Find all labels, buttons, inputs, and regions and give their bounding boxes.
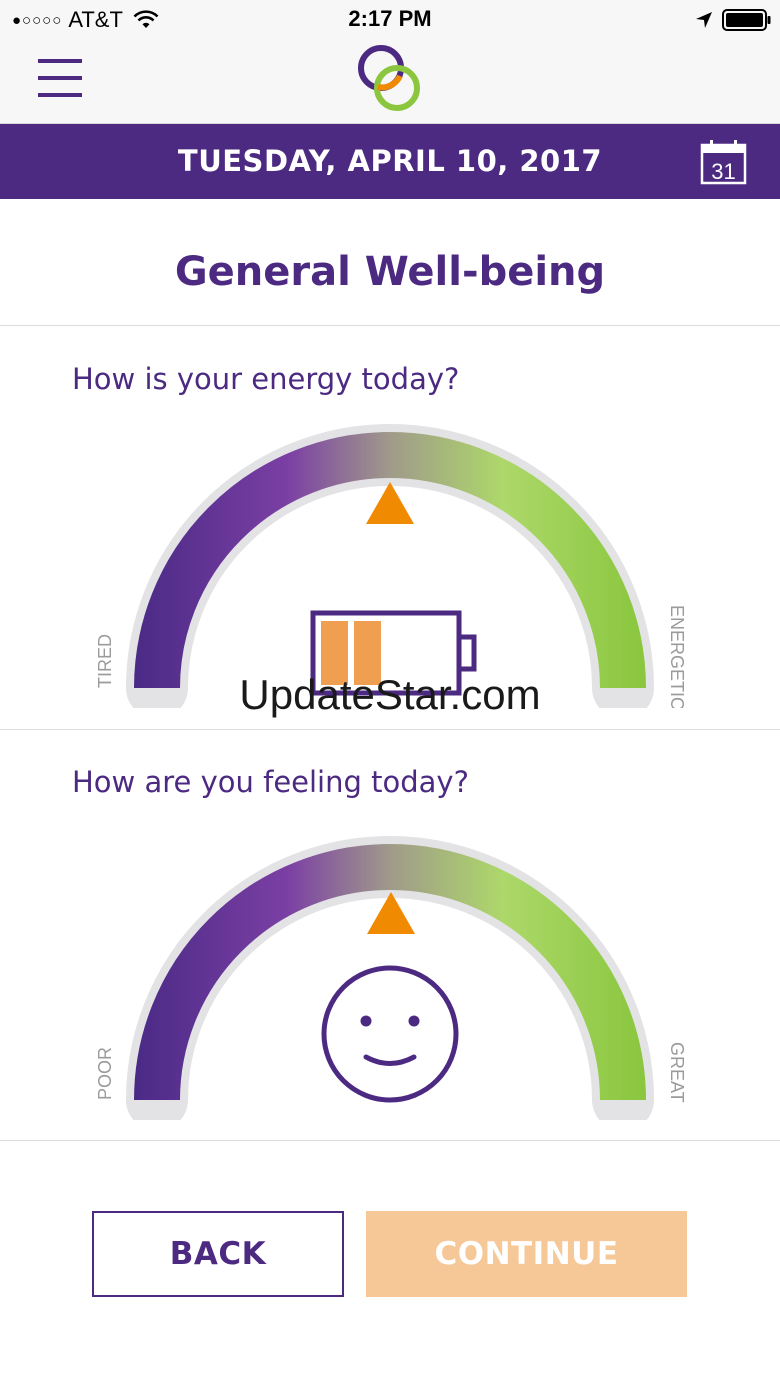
app-logo-icon	[358, 45, 420, 111]
calendar-icon[interactable]: 31	[700, 139, 748, 185]
energy-question: How is your energy today?	[72, 362, 460, 396]
divider	[0, 729, 780, 730]
calendar-day: 31	[711, 159, 735, 184]
status-bar: ●○○○○ AT&T 2:17 PM	[0, 0, 780, 40]
feeling-min-label: POOR	[95, 1047, 115, 1100]
watermark: UpdateStar.com	[239, 671, 541, 718]
divider	[0, 1140, 780, 1141]
divider	[0, 325, 780, 326]
battery-status-icon	[722, 9, 771, 31]
location-arrow-icon	[696, 12, 712, 28]
feeling-gauge[interactable]: POOR GREAT	[0, 830, 780, 1120]
back-button[interactable]: BACK	[92, 1211, 344, 1297]
status-time: 2:17 PM	[348, 6, 432, 31]
smiley-face-icon	[321, 965, 459, 1103]
energy-gauge-pointer	[366, 482, 414, 524]
app-header	[0, 40, 780, 124]
energy-gauge[interactable]: TIRED ENERGETIC	[0, 418, 780, 708]
date-bar: TUESDAY, APRIL 10, 2017 31	[0, 124, 780, 199]
continue-button[interactable]: CONTINUE	[366, 1211, 687, 1297]
feeling-max-label: GREAT	[667, 1042, 687, 1103]
page-title: General Well-being	[174, 249, 606, 295]
hamburger-menu-icon[interactable]	[38, 58, 84, 98]
feeling-question: How are you feeling today?	[72, 765, 469, 799]
current-date: TUESDAY, APRIL 10, 2017	[177, 144, 603, 178]
